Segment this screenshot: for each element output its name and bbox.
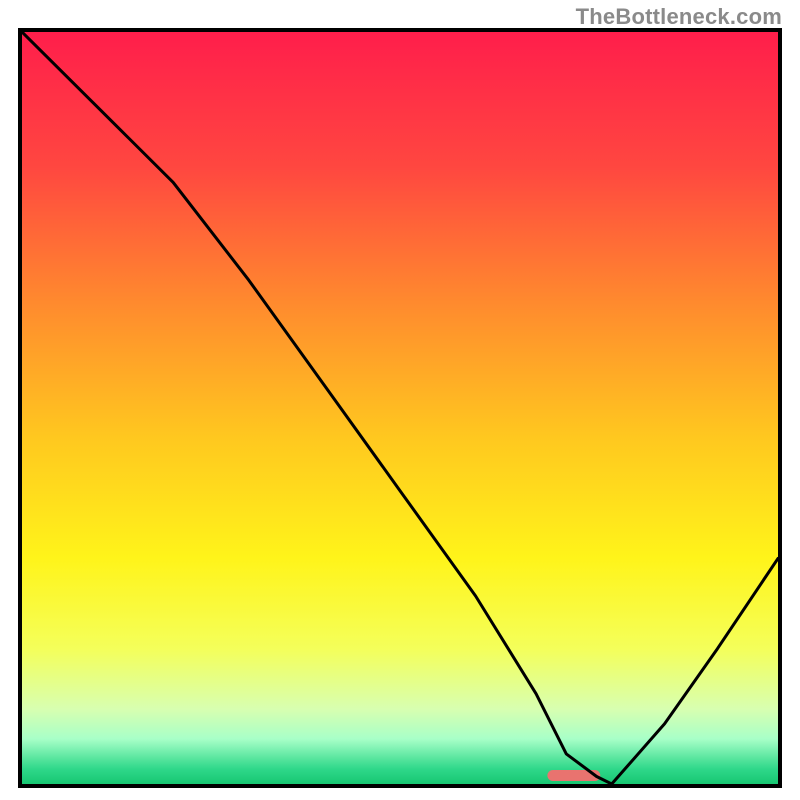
- chart-canvas: [22, 32, 778, 784]
- watermark-text: TheBottleneck.com: [576, 4, 782, 30]
- chart-frame: [18, 28, 782, 788]
